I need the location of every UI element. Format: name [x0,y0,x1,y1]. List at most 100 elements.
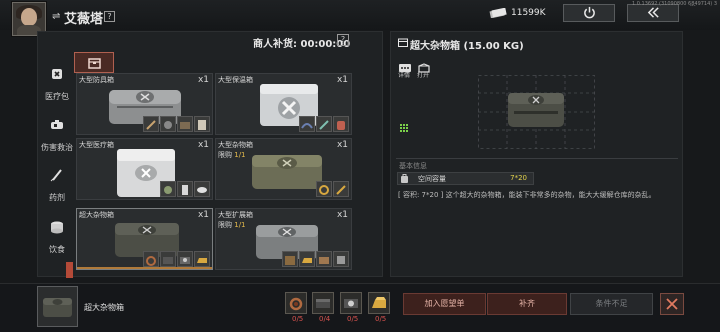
medkit-icon [52,69,62,79]
box-icon [398,38,408,47]
selected-item-thumbnail [37,286,78,327]
details-label: 详情 [398,72,411,79]
item-qty: x1 [197,210,209,220]
knife-icon [143,116,159,132]
close-icon [666,298,678,310]
power-button[interactable] [563,4,615,22]
material-count: 0/5 [292,315,304,323]
category-medicine[interactable]: 药剂 [40,168,74,206]
camera-icon [177,251,193,267]
phone-status: ... [690,1,696,8]
capacity-value: 7*20 [510,174,527,182]
item-name: 超大杂物箱 [79,211,114,219]
crate-icon [282,251,298,267]
material-list [316,181,349,197]
limit-prefix: 限购 [218,221,235,229]
leather-icon [316,251,332,267]
restock-timer: 商人补货: 00:00:00 [253,39,351,50]
bottle-icon [177,181,193,197]
gold-bar-icon [194,251,210,267]
herb-icon [160,181,176,197]
item-card-medical-box[interactable]: 大型医疗箱 x1 [76,138,213,200]
box-icon [88,58,101,69]
material-list [160,181,210,197]
grid-size-icon [400,124,408,132]
item-name: 大型杂物箱 [218,141,253,149]
purchase-limit: 限购 1/1 [218,220,246,230]
item-qty: x1 [336,140,348,150]
gold-bar-icon [372,297,386,308]
material-list [143,251,210,267]
material-slot[interactable]: 0/5 [340,292,362,323]
material-list [143,116,210,132]
divider [396,158,678,159]
item-name: 大型扩展箱 [218,211,253,219]
double-chevron-left-icon [647,7,659,18]
jar-icon [333,116,349,132]
fabric-icon [316,299,330,308]
material-slot[interactable]: 0/4 [312,292,334,323]
material-slot[interactable]: 0/5 [368,292,390,323]
restock-help-button[interactable]: ? [337,34,349,46]
material-list [299,116,349,132]
item-name: 大型保温箱 [218,76,253,84]
category-label: 饮食 [49,245,65,254]
limit-prefix: 限购 [218,151,235,159]
limit-value: 1/1 [234,221,246,229]
capacity-row: 空间容量 7*20 [397,172,534,185]
category-label: 药剂 [49,193,65,202]
gold-bar-icon [299,251,315,267]
tab-storage-box[interactable] [74,52,114,73]
purchase-limit: 限购 1/1 [218,150,246,160]
cancel-button[interactable] [660,293,684,315]
item-detail-panel [390,31,683,277]
open-button[interactable]: 打开 [417,58,433,80]
material-list [282,251,349,267]
fill-up-button[interactable]: 补齐 [487,293,567,315]
limit-value: 1/1 [234,151,246,159]
money-value: 11599K [511,8,546,18]
category-label: 伤害救治 [41,143,73,152]
power-icon [584,6,595,19]
syringe-icon [50,169,62,182]
item-description: [ 容积: 7*20 ] 这个超大的杂物箱，能装下非常多的杂物，能大大缓解仓库的… [398,191,656,199]
trader-name: 艾薇塔 [64,12,104,27]
trader-help-button[interactable]: ? [104,11,115,22]
back-arrow-icon[interactable]: ⇌ [52,11,60,22]
money-icon [489,8,507,18]
paper-icon [194,116,210,132]
category-wound-care[interactable]: 伤害救治 [40,118,74,156]
item-card-thermal-box[interactable]: 大型保温箱 x1 [215,73,352,135]
pendant-icon [289,297,303,311]
detail-title: 超大杂物箱 (15.00 KG) [410,41,524,52]
insufficient-conditions-button[interactable]: 条件不足 [570,293,653,315]
add-to-wishlist-button[interactable]: 加入愿望单 [403,293,486,315]
bandage-icon [51,120,63,129]
item-qty: x1 [197,75,209,85]
tube-icon [316,116,332,132]
open-label: 打开 [417,72,430,79]
category-medkit[interactable]: 医疗包 [40,67,74,105]
fabric-icon [160,251,176,267]
backpack-icon [401,174,408,183]
item-preview-image [478,75,595,149]
material-slot[interactable]: 0/5 [285,292,307,323]
item-name: 大型医疗箱 [79,141,114,149]
material-count: 0/4 [319,315,331,323]
item-qty: x1 [197,140,209,150]
item-card-large-sundries-box[interactable]: 大型杂物箱 限购 1/1 x1 [215,138,352,200]
category-food[interactable]: 饮食 [40,220,74,258]
item-card-expansion-box[interactable]: 大型扩展箱 限购 1/1 x1 [215,208,352,270]
wire-icon [299,116,315,132]
category-label: 医疗包 [45,92,69,101]
tool-icon [160,116,176,132]
item-card-armor-box[interactable]: 大型防具箱 x1 [76,73,213,135]
olive-box-image [252,155,322,189]
details-button[interactable]: 详情 [398,58,414,80]
basic-info-heading: 基本信息 [399,162,427,170]
item-card-xl-sundries-box[interactable]: 超大杂物箱 x1 [76,208,213,270]
item-qty: x1 [336,210,348,220]
pendant-icon [143,251,159,267]
material-count: 0/5 [347,315,359,323]
material-count: 0/5 [375,315,387,323]
